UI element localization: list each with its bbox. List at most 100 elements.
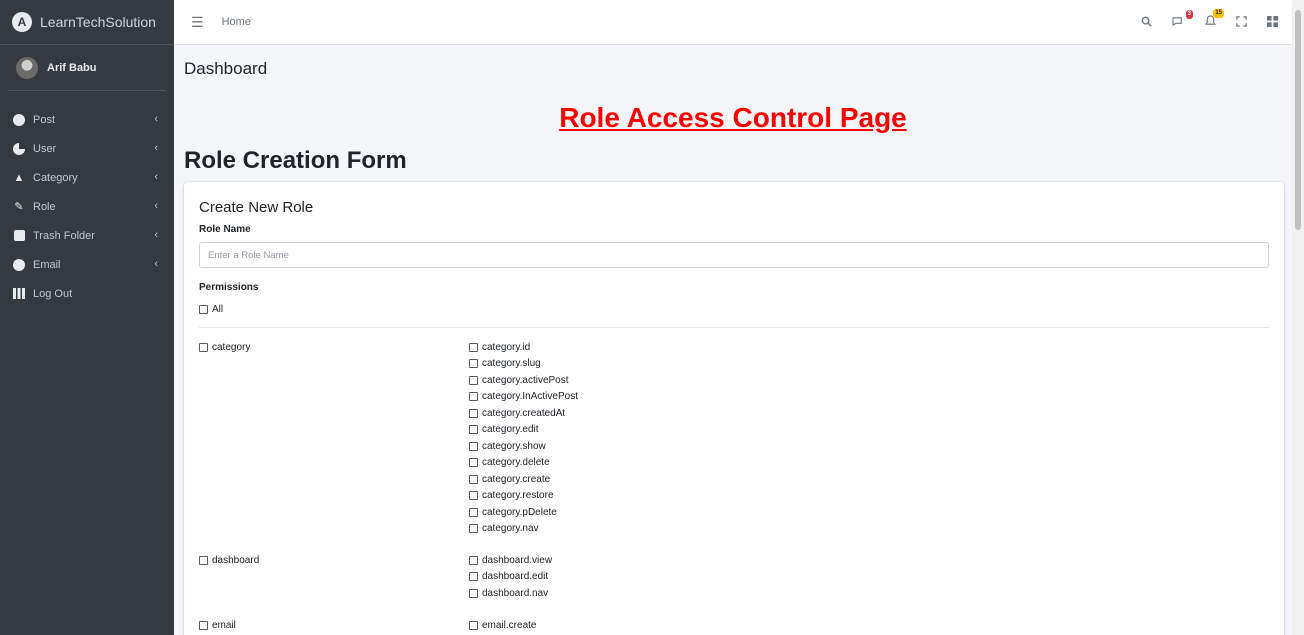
messages-icon[interactable]: 3	[1172, 9, 1193, 30]
sidebar-item-label: Role	[33, 200, 56, 213]
checkbox[interactable]	[469, 474, 478, 484]
permission-item[interactable]: category.createdAt	[469, 405, 578, 422]
fullscreen-icon[interactable]	[1236, 15, 1247, 30]
checkbox[interactable]	[469, 572, 478, 582]
permission-item[interactable]: category.id	[469, 339, 578, 356]
permission-item[interactable]: category.delete	[469, 455, 578, 472]
permission-item[interactable]: email.create	[469, 617, 536, 634]
group-label: dashboard	[212, 554, 260, 566]
sidebar-item-role[interactable]: ✎ Role ‹	[0, 192, 174, 221]
page-heading: Role Access Control Page	[559, 102, 907, 133]
notifications-badge: 15	[1213, 9, 1224, 18]
edit-icon: ✎	[14, 201, 24, 213]
user-panel[interactable]: Arif Babu	[8, 45, 166, 91]
group-checkbox-email[interactable]: email	[199, 617, 236, 633]
brand-text: LearnTechSolution	[40, 14, 156, 30]
chevron-left-icon: ‹	[154, 142, 158, 154]
sidebar-item-email[interactable]: Email ‹	[0, 250, 174, 279]
group-label: category	[212, 341, 251, 353]
permission-label: category.create	[482, 473, 551, 485]
sidebar-item-label: Email	[33, 258, 61, 271]
sidebar-item-category[interactable]: ▲ Category ‹	[0, 163, 174, 192]
checkbox[interactable]	[199, 620, 208, 630]
permission-label: dashboard.view	[482, 554, 553, 566]
permission-item[interactable]: category.create	[469, 471, 578, 488]
search-icon[interactable]	[1141, 16, 1152, 30]
sidebar-nav: Post ‹ User ‹ ▲ Category ‹ ✎ Role ‹ Tras…	[0, 105, 174, 308]
permission-item[interactable]: category.restore	[469, 488, 578, 505]
checkbox[interactable]	[199, 304, 208, 314]
permission-list-dashboard: dashboard.view dashboard.edit dashboard.…	[469, 552, 552, 602]
bell-icon[interactable]: 15	[1205, 9, 1224, 30]
menu-toggle-icon[interactable]: ☰	[191, 14, 204, 31]
checkbox[interactable]	[469, 441, 478, 451]
brand-link[interactable]: A LearnTechSolution	[0, 0, 174, 45]
role-form-card: Create New Role Role Name Permissions Al…	[184, 182, 1284, 635]
permission-label: category.pDelete	[482, 506, 557, 518]
chevron-left-icon: ‹	[154, 229, 158, 241]
permission-label: category.restore	[482, 490, 554, 502]
sidebar-item-trash-folder[interactable]: Trash Folder ‹	[0, 221, 174, 250]
sidebar-item-post[interactable]: Post ‹	[0, 105, 174, 134]
group-label: email	[212, 619, 236, 631]
checkbox[interactable]	[469, 392, 478, 402]
checkbox[interactable]	[469, 555, 478, 565]
permission-all-checkbox[interactable]: All	[199, 301, 223, 317]
top-navbar: ☰ Home 3 15	[174, 0, 1292, 45]
tachometer-icon	[12, 113, 26, 127]
permission-item[interactable]: category.activePost	[469, 372, 578, 389]
sidebar-item-log-out[interactable]: Log Out	[0, 279, 174, 308]
checkbox[interactable]	[199, 342, 208, 352]
user-name: Arif Babu	[47, 61, 97, 74]
group-checkbox-dashboard[interactable]: dashboard	[199, 552, 259, 568]
sidebar-item-user[interactable]: User ‹	[0, 134, 174, 163]
permission-item[interactable]: dashboard.view	[469, 552, 552, 569]
checkbox[interactable]	[469, 408, 478, 418]
control-sidebar-icon[interactable]	[1267, 15, 1278, 30]
permission-label: category.InActivePost	[482, 391, 578, 403]
sidebar-item-label: User	[33, 142, 57, 155]
checkbox[interactable]	[469, 620, 478, 630]
checkbox[interactable]	[469, 507, 478, 517]
permission-label: category.nav	[482, 523, 539, 535]
permission-label: category.delete	[482, 457, 550, 469]
checkbox[interactable]	[469, 342, 478, 352]
checkbox[interactable]	[469, 359, 478, 369]
checkbox[interactable]	[199, 555, 208, 565]
permission-item[interactable]: category.edit	[469, 422, 578, 439]
divider	[199, 327, 1269, 328]
permission-label: category.slug	[482, 358, 541, 370]
checkbox[interactable]	[469, 375, 478, 385]
messages-badge: 3	[1185, 9, 1193, 19]
permission-label: dashboard.edit	[482, 571, 549, 583]
sidebar-item-label: Log Out	[33, 287, 73, 300]
permission-item[interactable]: category.show	[469, 438, 578, 455]
permission-item[interactable]: category.InActivePost	[469, 389, 578, 406]
permission-item[interactable]: dashboard.nav	[469, 585, 552, 602]
tree-icon: ▲	[13, 171, 25, 184]
permission-item[interactable]: category.nav	[469, 521, 578, 538]
permission-label: email.create	[482, 619, 537, 631]
brand-logo-icon: A	[12, 12, 32, 32]
sidebar-item-label: Trash Folder	[33, 229, 95, 242]
home-link[interactable]: Home	[222, 16, 251, 28]
th-icon	[12, 287, 26, 301]
scrollbar-thumb[interactable]	[1295, 10, 1301, 230]
navbar-actions: 3 15	[1141, 0, 1278, 45]
page-scrollbar[interactable]	[1292, 0, 1304, 635]
permission-list-email: email.create	[469, 617, 536, 634]
trash-icon	[12, 229, 26, 243]
chevron-left-icon: ‹	[154, 258, 158, 270]
checkbox[interactable]	[469, 524, 478, 534]
permission-item[interactable]: category.slug	[469, 356, 578, 373]
form-heading: Role Creation Form	[184, 147, 407, 174]
group-checkbox-category[interactable]: category	[199, 339, 250, 355]
permission-item[interactable]: dashboard.edit	[469, 569, 552, 586]
role-name-input[interactable]	[199, 242, 1269, 268]
checkbox[interactable]	[469, 588, 478, 598]
breadcrumb-title: Dashboard	[184, 59, 268, 78]
checkbox[interactable]	[469, 458, 478, 468]
checkbox[interactable]	[469, 491, 478, 501]
checkbox[interactable]	[469, 425, 478, 435]
permission-item[interactable]: category.pDelete	[469, 504, 578, 521]
